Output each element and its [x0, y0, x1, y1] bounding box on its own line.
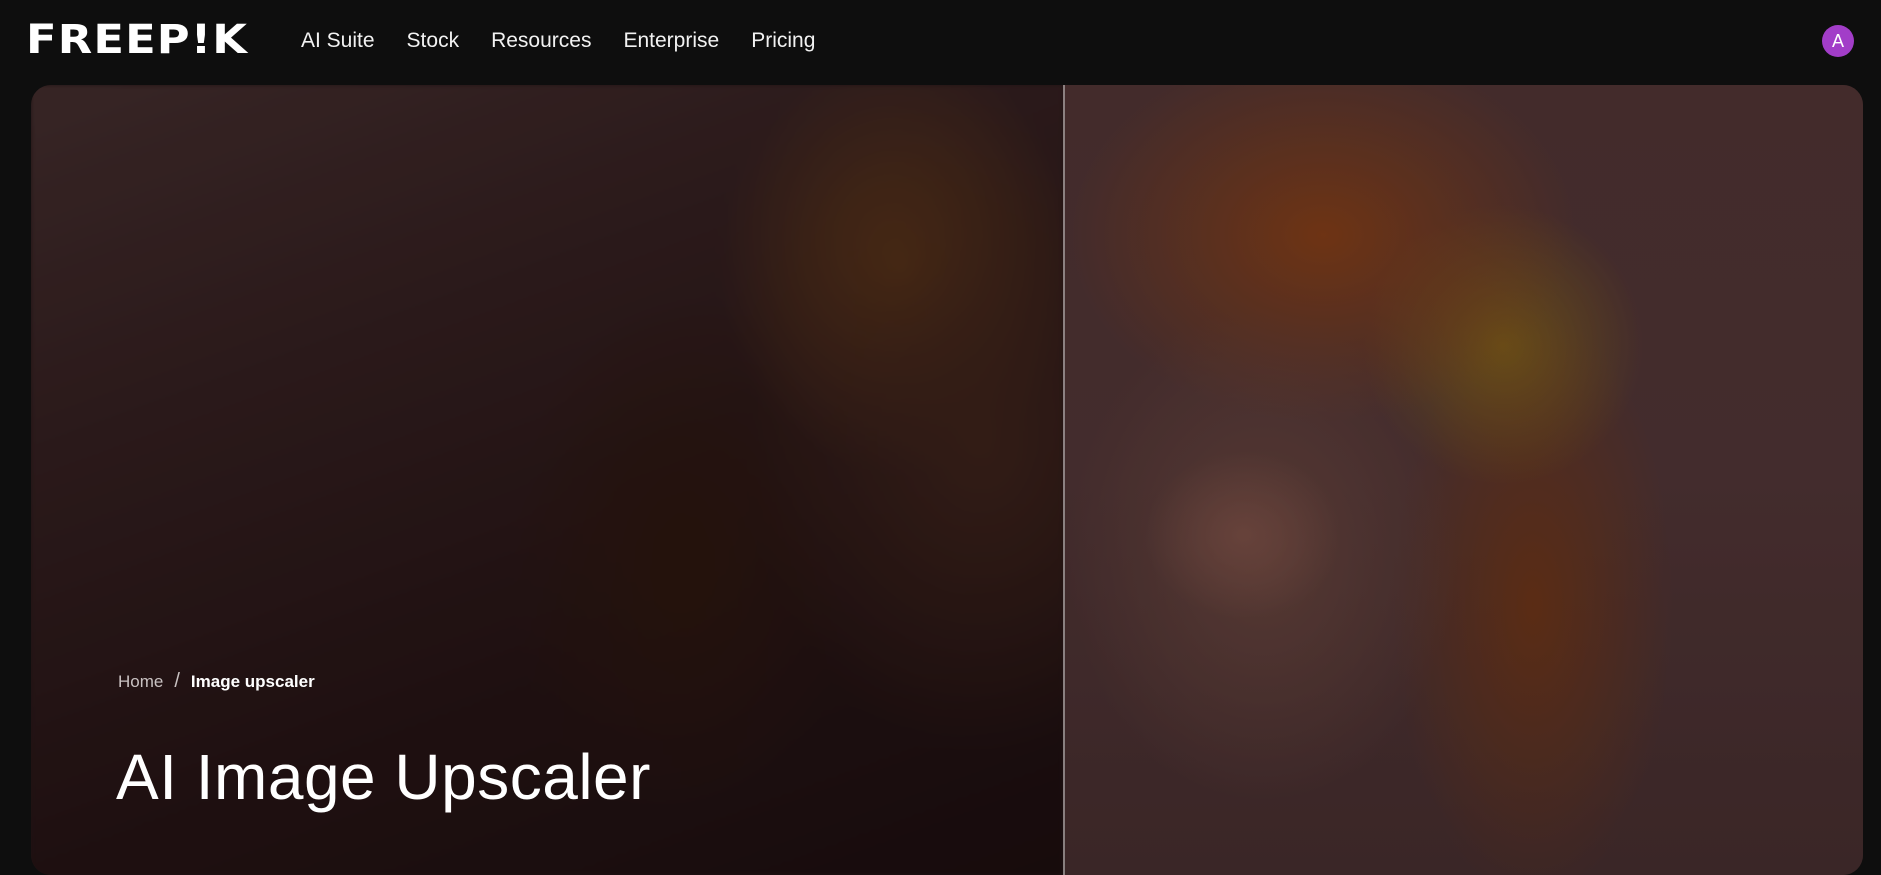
logo-text: FREEP!K — [26, 17, 249, 63]
breadcrumb-home-link[interactable]: Home — [118, 672, 163, 692]
nav-item-pricing[interactable]: Pricing — [751, 29, 815, 53]
breadcrumb-current-page: Image upscaler — [190, 671, 315, 691]
comparison-slider-handle[interactable] — [1063, 85, 1065, 875]
freepik-logo[interactable]: FREEP!K — [26, 20, 247, 60]
nav-item-enterprise[interactable]: Enterprise — [623, 29, 719, 53]
user-avatar[interactable]: A — [1822, 25, 1854, 57]
breadcrumb-separator: / — [174, 670, 180, 692]
hero-comparison-banner: Home / Image upscaler AI Image Upscaler — [31, 85, 1863, 875]
page-title: AI Image Upscaler — [116, 741, 651, 813]
nav-item-stock[interactable]: Stock — [407, 29, 460, 53]
breadcrumb: Home / Image upscaler — [118, 670, 315, 693]
nav-item-resources[interactable]: Resources — [491, 29, 591, 53]
main-nav: AI Suite Stock Resources Enterprise Pric… — [301, 0, 847, 82]
top-navigation-bar: FREEP!K AI Suite Stock Resources Enterpr… — [0, 0, 1881, 82]
nav-item-ai-suite[interactable]: AI Suite — [301, 29, 375, 53]
